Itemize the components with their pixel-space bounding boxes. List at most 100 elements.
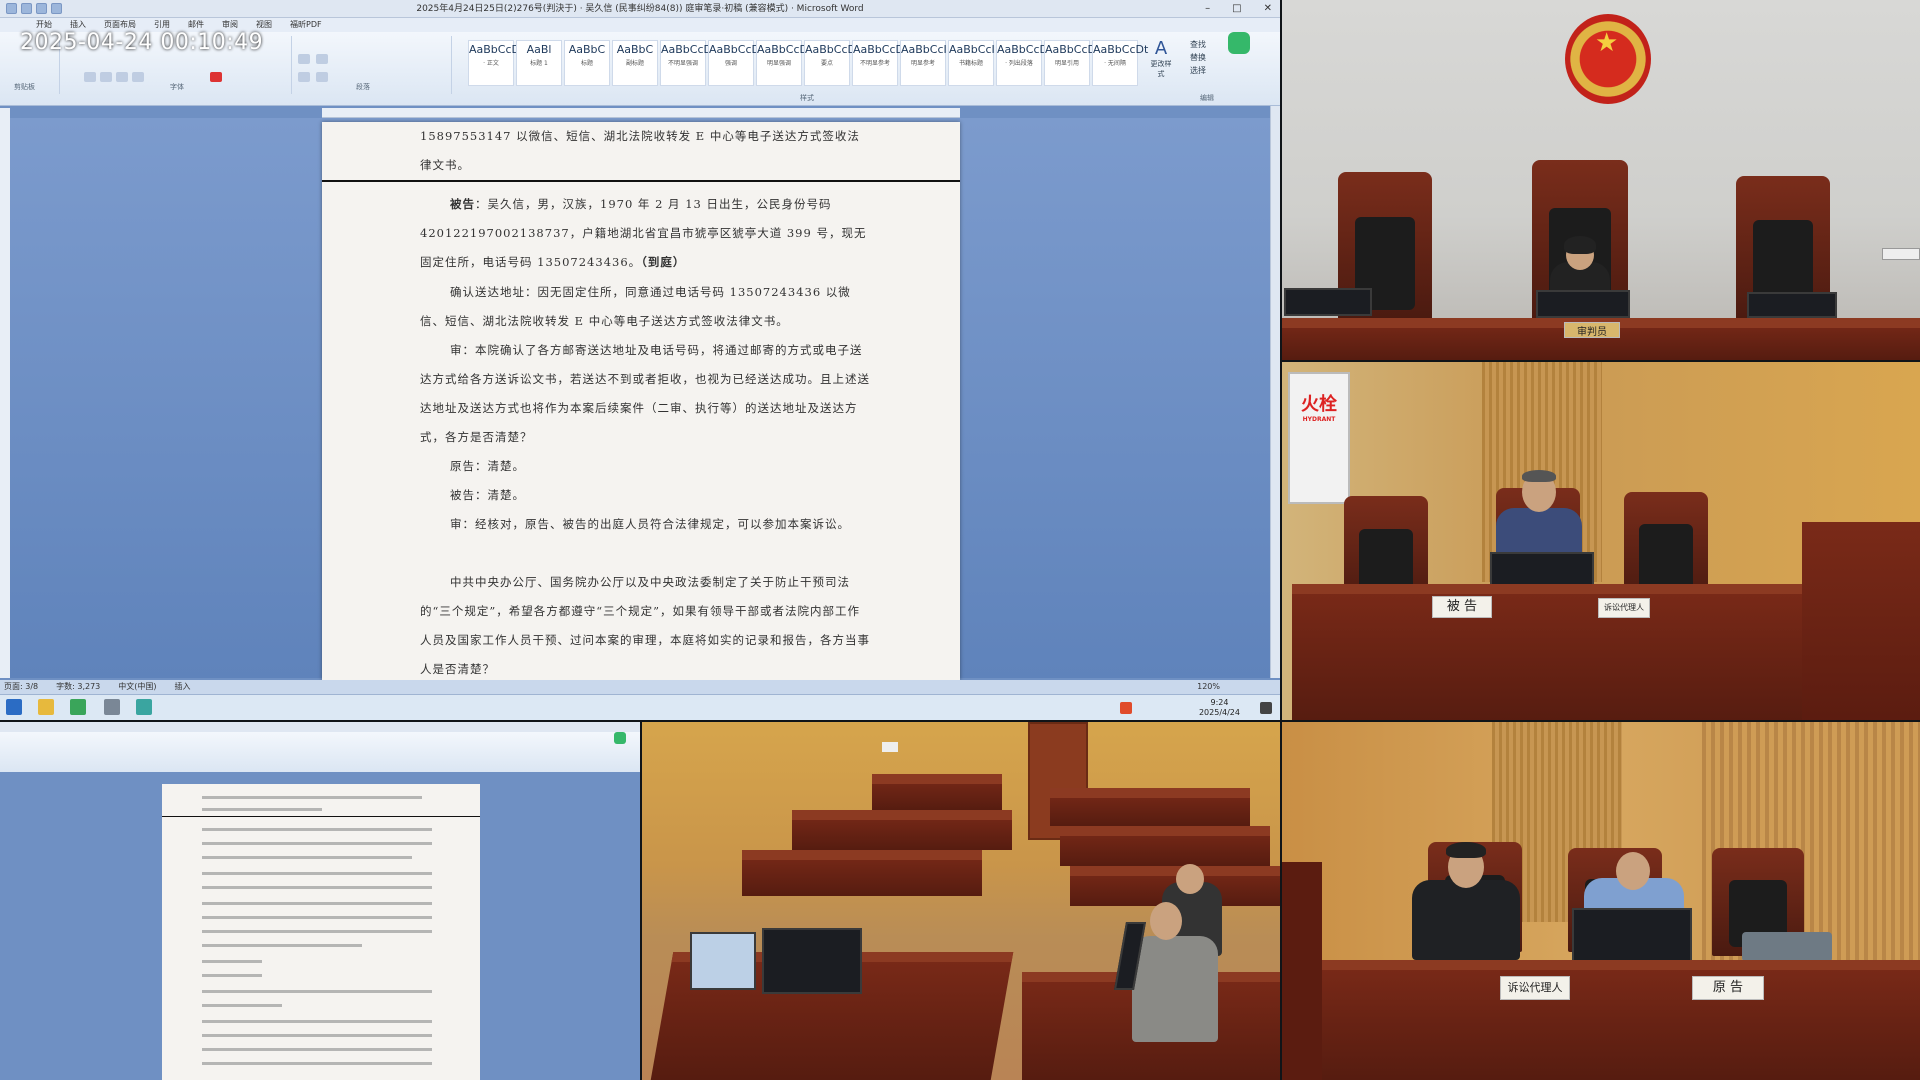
monitor <box>690 932 756 990</box>
style-gallery-item[interactable]: AaBl 标题 1 <box>516 40 562 86</box>
doc-paragraph-court-confirm: 审：本院确认了各方邮寄送达地址及电话号码，将通过邮寄的方式或电子送达方式给各方送… <box>420 343 870 444</box>
ceiling-speaker <box>882 742 898 752</box>
align-center-icon[interactable] <box>316 72 328 82</box>
tray-icon[interactable] <box>1120 702 1132 714</box>
word-titlebar: 2025年4月24日25日(2)276号(判決于) · 吴久信 (民事纠纷84(… <box>0 0 1280 18</box>
monitor <box>1536 290 1630 318</box>
monitor <box>1747 292 1837 318</box>
font-color-icon[interactable] <box>210 72 222 82</box>
monitor <box>1284 288 1372 316</box>
insert-mode[interactable]: 插入 <box>175 680 191 694</box>
small-ribbon <box>0 732 640 772</box>
style-gallery-item[interactable]: AaBbCcDt 强调 <box>708 40 764 86</box>
horizontal-ruler[interactable] <box>322 108 960 118</box>
gallery-bench <box>792 810 1012 850</box>
quick-access-toolbar <box>6 3 62 14</box>
tab-foxit-pdf[interactable]: 福昕PDF <box>290 18 322 32</box>
style-gallery-item[interactable]: AaBbCcD 要点 <box>804 40 856 86</box>
doc-paragraph-three-rules: 中共中央办公厅、国务院办公厅以及中央政法委制定了关于防止干预司法的“三个规定”，… <box>420 575 870 676</box>
gallery-bench <box>742 850 982 896</box>
style-gallery-item[interactable]: AaBbCcI 明显参考 <box>900 40 947 86</box>
style-gallery-item[interactable]: AaBbCcDt · 正文 <box>468 40 524 86</box>
redo-icon[interactable] <box>51 3 62 14</box>
wechat-icon <box>614 732 626 744</box>
app-icon[interactable] <box>70 699 86 715</box>
window-title: 2025年4月24日25日(2)276号(判決于) · 吴久信 (民事纠纷84(… <box>416 4 864 14</box>
window-controls: – □ ✕ <box>1205 0 1272 18</box>
vertical-ruler[interactable] <box>0 108 10 678</box>
save-icon[interactable] <box>21 3 32 14</box>
underline-icon[interactable] <box>116 72 128 82</box>
doc-paragraph-verification: 审：经核对，原告、被告的出庭人员符合法律规定，可以参加本案诉讼。 <box>450 517 850 531</box>
italic-icon[interactable] <box>100 72 112 82</box>
zoom-level[interactable]: 120% <box>1197 680 1220 694</box>
plaintiff-agent-nameplate: 诉讼代理人 <box>1500 976 1570 1000</box>
replace-button[interactable]: 替换 <box>1190 51 1206 64</box>
bag <box>1742 932 1832 962</box>
change-styles-button[interactable]: A 更改样式 <box>1148 38 1174 78</box>
small-document-page <box>162 784 480 1080</box>
language-indicator[interactable]: 中文(中国) <box>118 680 156 694</box>
gallery-bench <box>1060 826 1270 866</box>
app-icon[interactable] <box>104 699 120 715</box>
maximize-icon[interactable]: □ <box>1232 0 1241 18</box>
doc-paragraph-service-address: 确认送达地址：因无固定住所，同意通过电话号码 13507243436 以微信、短… <box>420 285 851 328</box>
style-gallery-item[interactable]: AaBbCcDt · 无间隔 <box>1092 40 1148 86</box>
align-left-icon[interactable] <box>298 72 310 82</box>
vertical-scrollbar[interactable] <box>1270 106 1280 678</box>
plaintiff-nameplate: 原 告 <box>1692 976 1764 1000</box>
style-gallery-item[interactable]: AaBbCcD 明显引用 <box>1044 40 1096 86</box>
status-bar: 页面: 3/8 字数: 3,273 中文(中国) 插入 120% <box>0 680 1280 694</box>
style-gallery-item[interactable]: AaBbCcDt 明显强调 <box>756 40 812 86</box>
gallery-bench <box>1050 788 1250 826</box>
notifications-icon[interactable] <box>1260 702 1272 714</box>
taskbar: 9:24 2025/4/24 <box>0 694 1280 720</box>
close-icon[interactable]: ✕ <box>1264 0 1272 18</box>
judge-camera-feed: ★ 审判员 <box>1282 0 1920 360</box>
fire-hydrant-sign: 火栓 HYDRANT <box>1288 372 1350 504</box>
numbering-icon[interactable] <box>316 54 328 64</box>
defendant-bench <box>1292 584 1802 720</box>
change-styles-icon: A <box>1154 38 1168 59</box>
doc-paragraph-defendant-reply: 被告：清楚。 <box>450 488 525 502</box>
style-gallery-item[interactable]: AaBbCcI 书籍标题 <box>948 40 995 86</box>
style-gallery-item[interactable]: AaBbCcDt · 列出段落 <box>996 40 1052 86</box>
plaintiff-bench <box>1322 960 1920 1080</box>
wall-outlet <box>1882 248 1920 260</box>
paragraph-group: 段落 <box>292 36 452 94</box>
taskbar-clock[interactable]: 9:24 2025/4/24 <box>1199 698 1240 718</box>
minimize-icon[interactable]: – <box>1205 0 1210 18</box>
doc-paragraph-defendant: 被告：吴久信，男，汉族，1970 年 2 月 13 日出生，公民身份号码 420… <box>420 197 867 269</box>
multi-feed-screen: 2025年4月24日25日(2)276号(判決于) · 吴久信 (民事纠纷84(… <box>0 0 1920 1080</box>
word-logo-icon[interactable] <box>6 3 17 14</box>
page-break-line <box>322 180 960 182</box>
national-emblem: ★ <box>1565 14 1651 104</box>
gallery-bench <box>872 774 1002 810</box>
document-page[interactable]: 15897553147 以微信、短信、湖北法院收转发 E 中心等电子送达方式签收… <box>322 122 960 680</box>
app-icon[interactable] <box>136 699 152 715</box>
small-word-feed <box>0 722 640 1080</box>
bold-icon[interactable] <box>84 72 96 82</box>
word-window: 2025年4月24日25日(2)276号(判決于) · 吴久信 (民事纠纷84(… <box>0 0 1280 720</box>
doc-paragraph-1: 15897553147 以微信、短信、湖北法院收转发 E 中心等电子送达方式签收… <box>420 129 860 172</box>
style-gallery-item[interactable]: AaBbC 标题 <box>564 40 610 86</box>
plaintiff-camera-feed: 诉讼代理人 原 告 <box>1282 722 1920 1080</box>
start-icon[interactable] <box>6 699 22 715</box>
recording-timestamp: 2025-04-24 00:10:49 <box>20 30 264 55</box>
defendant-label: 被告 <box>450 197 475 211</box>
find-button[interactable]: 查找 <box>1190 38 1206 51</box>
file-explorer-icon[interactable] <box>38 699 54 715</box>
style-gallery-item[interactable]: AaBbCcDt 不明显强调 <box>660 40 716 86</box>
select-button[interactable]: 选择 <box>1190 64 1206 77</box>
style-gallery-item[interactable]: AaBbC 副标题 <box>612 40 658 86</box>
bullets-icon[interactable] <box>298 54 310 64</box>
style-gallery-item[interactable]: AaBbCcD 不明显参考 <box>852 40 904 86</box>
page-count[interactable]: 页面: 3/8 <box>4 680 38 694</box>
strikethrough-icon[interactable] <box>132 72 144 82</box>
monitor <box>762 928 862 994</box>
judge-nameplate: 审判员 <box>1564 322 1620 338</box>
word-count[interactable]: 字数: 3,273 <box>56 680 100 694</box>
wechat-icon[interactable] <box>1228 32 1250 54</box>
undo-icon[interactable] <box>36 3 47 14</box>
courtroom-overview-feed <box>642 722 1280 1080</box>
